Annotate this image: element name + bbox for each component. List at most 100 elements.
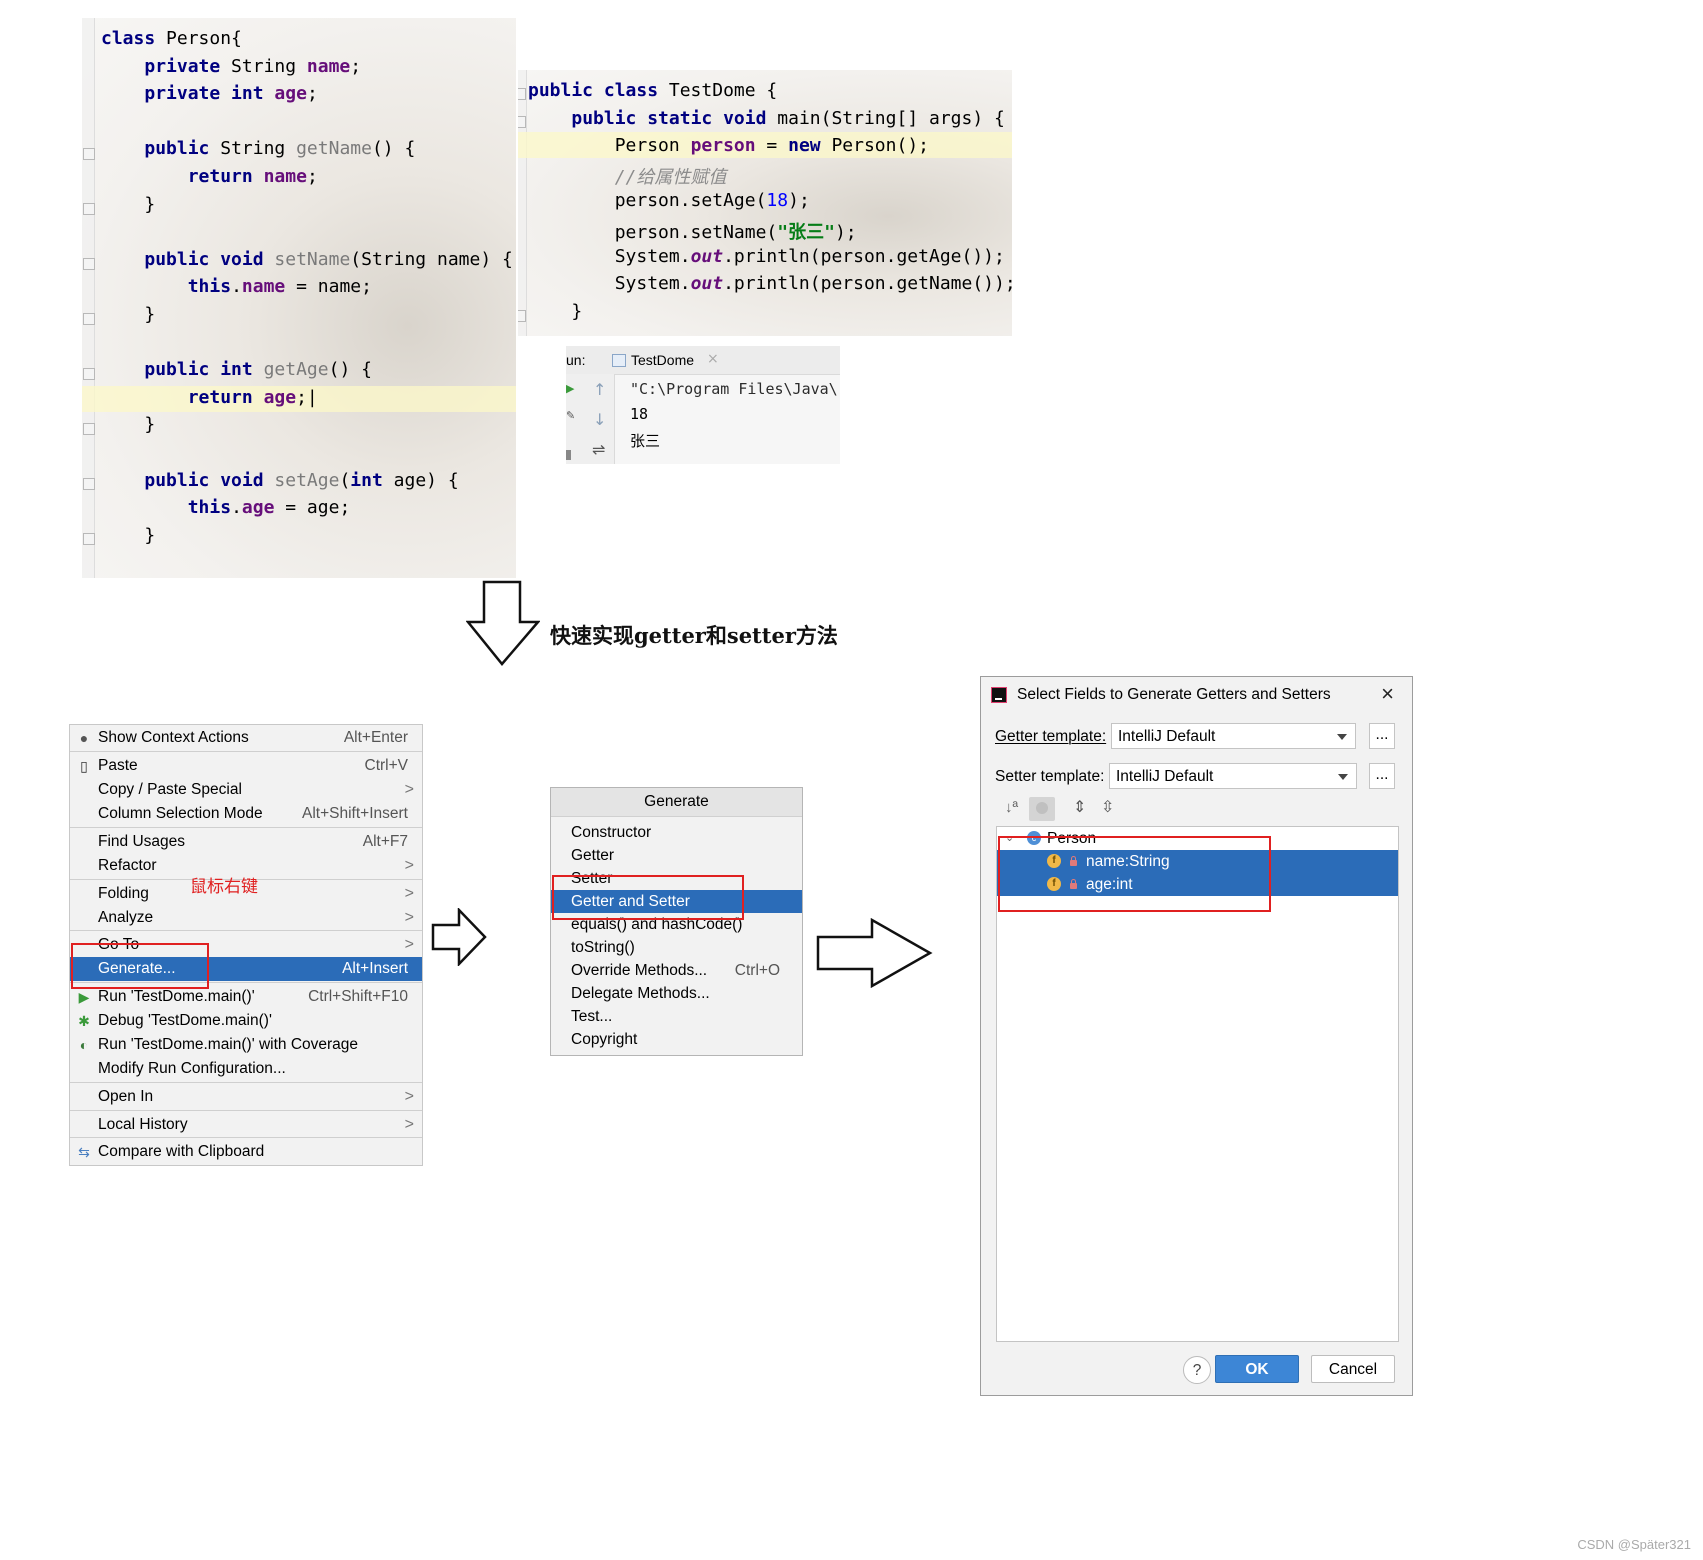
fold-marker-icon[interactable]	[518, 88, 526, 100]
fold-marker-icon[interactable]	[83, 478, 95, 490]
scroll-down-icon[interactable]: ↓	[593, 410, 606, 429]
getter-template-select[interactable]: IntelliJ Default	[1111, 723, 1356, 749]
code-line: return name;	[101, 166, 318, 187]
getter-template-more-button[interactable]: ...	[1369, 723, 1395, 749]
context-menu-item[interactable]: ✱ Debug 'TestDome.main()'	[70, 1009, 422, 1033]
soft-wrap-icon[interactable]: ⇌	[592, 440, 605, 459]
chevron-right-icon: >	[404, 781, 414, 798]
context-menu-item[interactable]: ⇆ Compare with Clipboard	[70, 1140, 422, 1164]
sort-alpha-icon[interactable]: ↓ª	[1005, 799, 1018, 816]
context-menu-item[interactable]: Find Usages Alt+F7	[70, 830, 422, 854]
code-token: //给属性赋值	[614, 166, 727, 188]
generate-menu-item[interactable]: Test...	[551, 1005, 802, 1028]
close-icon[interactable]: ×	[1381, 681, 1394, 707]
context-menu-item[interactable]: Column Selection Mode Alt+Shift+Insert	[70, 802, 422, 826]
fold-marker-icon[interactable]	[83, 258, 95, 270]
context-menu-item[interactable]: Open In >	[70, 1085, 422, 1109]
generate-menu-item[interactable]: Copyright	[551, 1028, 802, 1051]
fold-marker-icon[interactable]	[518, 116, 526, 128]
code-token: this	[187, 276, 232, 298]
ok-button[interactable]: OK	[1215, 1355, 1299, 1383]
code-token: getAge	[263, 359, 329, 381]
chevron-down-icon	[1337, 734, 1347, 740]
context-menu-item[interactable]: ● Show Context Actions Alt+Enter	[70, 726, 422, 750]
context-menu-item[interactable]: Local History >	[70, 1113, 422, 1137]
stop-icon[interactable]	[566, 450, 571, 460]
generate-menu-item[interactable]: Delegate Methods...	[551, 982, 802, 1005]
fold-marker-icon[interactable]	[83, 368, 95, 380]
wrench-icon[interactable]: ✎	[566, 409, 575, 422]
fold-marker-icon[interactable]	[83, 313, 95, 325]
context-menu-item[interactable]: ◐ Run 'TestDome.main()' with Coverage	[70, 1033, 422, 1057]
fold-marker-icon[interactable]	[83, 203, 95, 215]
menu-separator	[70, 1082, 422, 1083]
close-icon[interactable]: ×	[707, 351, 719, 367]
generate-menu-item-label: Getter	[571, 847, 615, 864]
scroll-up-icon[interactable]: ↑	[593, 380, 606, 399]
context-menu-item-label: Paste	[98, 757, 138, 774]
setter-template-more-button[interactable]: ...	[1369, 763, 1395, 789]
chevron-right-icon: >	[404, 1116, 414, 1133]
run-tab-testdome[interactable]: TestDome	[631, 352, 694, 368]
setter-template-label: Setter template:	[995, 768, 1105, 785]
code-line: person.setAge(18);	[528, 190, 810, 211]
code-token: age	[263, 386, 297, 408]
context-menu-item-label: Find Usages	[98, 833, 186, 850]
help-button[interactable]: ?	[1183, 1356, 1211, 1384]
run-output-line: "C:\Program Files\Java\	[630, 380, 838, 398]
code-token: int	[350, 469, 383, 491]
context-menu-item[interactable]: Analyze >	[70, 906, 422, 930]
code-token: ;	[350, 55, 362, 77]
code-token: .println(person.getAge());	[723, 245, 1005, 267]
show-classes-icon[interactable]	[1029, 797, 1055, 821]
code-token: age	[241, 497, 275, 519]
shortcut-label: Alt+F7	[362, 833, 408, 850]
code-line: public class TestDome {	[528, 80, 777, 101]
context-menu-item[interactable]: ▯ Paste Ctrl+V	[70, 754, 422, 778]
code-token: );	[788, 190, 810, 212]
menu-separator	[70, 751, 422, 752]
collapse-all-icon[interactable]: ⇳	[1101, 797, 1114, 817]
rerun-icon[interactable]: ▶	[566, 382, 574, 395]
context-menu-item[interactable]: Copy / Paste Special >	[70, 778, 422, 802]
expand-all-icon[interactable]: ⇕	[1073, 797, 1086, 817]
code-line: public void setAge(int age) {	[101, 469, 458, 491]
code-token: out	[690, 245, 724, 267]
generate-menu-item[interactable]: Constructor	[551, 821, 802, 844]
code-token: .	[231, 497, 242, 519]
generate-menu-item[interactable]: toString()	[551, 936, 802, 959]
testdome-code-editor[interactable]: public class TestDome { public static vo…	[518, 70, 1012, 336]
code-token: private int	[144, 83, 264, 105]
context-menu-item[interactable]: Modify Run Configuration...	[70, 1057, 422, 1081]
fold-marker-icon[interactable]	[83, 533, 95, 545]
code-token: System.	[528, 245, 691, 267]
code-token: private	[144, 55, 221, 77]
generate-menu-item[interactable]: Getter	[551, 844, 802, 867]
cancel-button[interactable]: Cancel	[1311, 1355, 1395, 1383]
fold-marker-icon[interactable]	[83, 423, 95, 435]
setter-template-select[interactable]: IntelliJ Default	[1109, 763, 1357, 789]
run-toolbar: ▶ ↑ ✎ ↓ ⇌	[566, 374, 615, 464]
highlight-box-getter-setter	[552, 875, 744, 920]
code-line: this.age = age;	[101, 497, 351, 519]
chevron-right-icon: >	[404, 1088, 414, 1105]
code-token: this	[187, 497, 232, 519]
generate-menu-item[interactable]: Override Methods... Ctrl+O	[551, 959, 802, 982]
compare-icon: ⇆	[78, 1144, 90, 1160]
code-token: .	[231, 276, 242, 298]
person-code-editor[interactable]: class Person{ private String name; priva…	[82, 18, 516, 578]
fold-marker-icon[interactable]	[83, 148, 95, 160]
code-token: person	[690, 135, 756, 157]
code-line: public int getAge() {	[101, 359, 372, 380]
code-token: Person();	[820, 135, 929, 157]
fold-marker-icon[interactable]	[518, 310, 526, 322]
code-token: ;|	[296, 386, 318, 408]
code-token: return	[187, 166, 253, 187]
